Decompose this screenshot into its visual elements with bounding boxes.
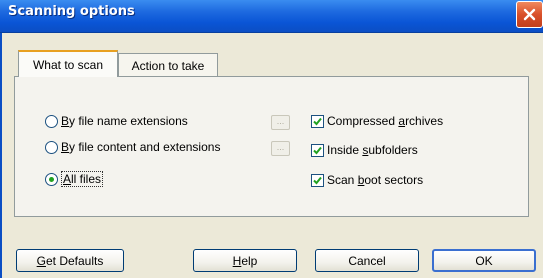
tab-panel-what-to-scan: By file name extensions By file content … [14, 76, 529, 217]
button-label: Help [232, 253, 258, 268]
checkbox-checked-icon [311, 143, 324, 157]
checkbox-scan-boot-sectors[interactable]: Scan boot sectors [311, 173, 423, 187]
help-button[interactable]: Help [193, 249, 297, 272]
radio-label: All files [61, 171, 104, 187]
checkbox-checked-icon [311, 173, 324, 187]
radio-label: By file content and extensions [61, 140, 221, 154]
button-label: Cancel [348, 253, 386, 268]
radio-by-file-name-extensions[interactable]: By file name extensions [45, 114, 188, 128]
radio-button-icon [45, 114, 58, 128]
tab-label: What to scan [32, 57, 104, 72]
scanning-options-dialog: Scanning options What to scan Action to … [0, 0, 543, 278]
checkbox-compressed-archives[interactable]: Compressed archives [311, 114, 443, 128]
file-content-extensions-browse-button[interactable]: ... [271, 141, 290, 156]
ok-button[interactable]: OK [432, 249, 536, 272]
get-defaults-button[interactable]: Get Defaults [16, 249, 124, 272]
checkbox-checked-icon [311, 114, 324, 128]
button-label: Get Defaults [36, 253, 104, 268]
tab-label: Action to take [131, 58, 205, 73]
checkbox-label: Compressed archives [327, 114, 444, 128]
window-title: Scanning options [8, 4, 135, 19]
close-button[interactable] [516, 1, 543, 28]
radio-button-icon [45, 140, 58, 154]
tab-what-to-scan[interactable]: What to scan [18, 50, 118, 77]
button-label: OK [475, 253, 493, 268]
file-name-extensions-browse-button[interactable]: ... [271, 115, 290, 130]
title-bar[interactable]: Scanning options [0, 0, 543, 33]
radio-by-file-content-and-extensions[interactable]: By file content and extensions [45, 140, 220, 154]
checkbox-inside-subfolders[interactable]: Inside subfolders [311, 143, 418, 157]
radio-all-files[interactable]: All files [45, 171, 104, 187]
checkbox-label: Scan boot sectors [327, 173, 424, 187]
tab-action-to-take[interactable]: Action to take [118, 53, 218, 77]
radio-button-selected-icon [45, 172, 58, 186]
cancel-button[interactable]: Cancel [315, 249, 419, 272]
checkbox-label: Inside subfolders [327, 143, 418, 157]
close-icon [523, 8, 536, 21]
radio-label: By file name extensions [61, 114, 188, 128]
